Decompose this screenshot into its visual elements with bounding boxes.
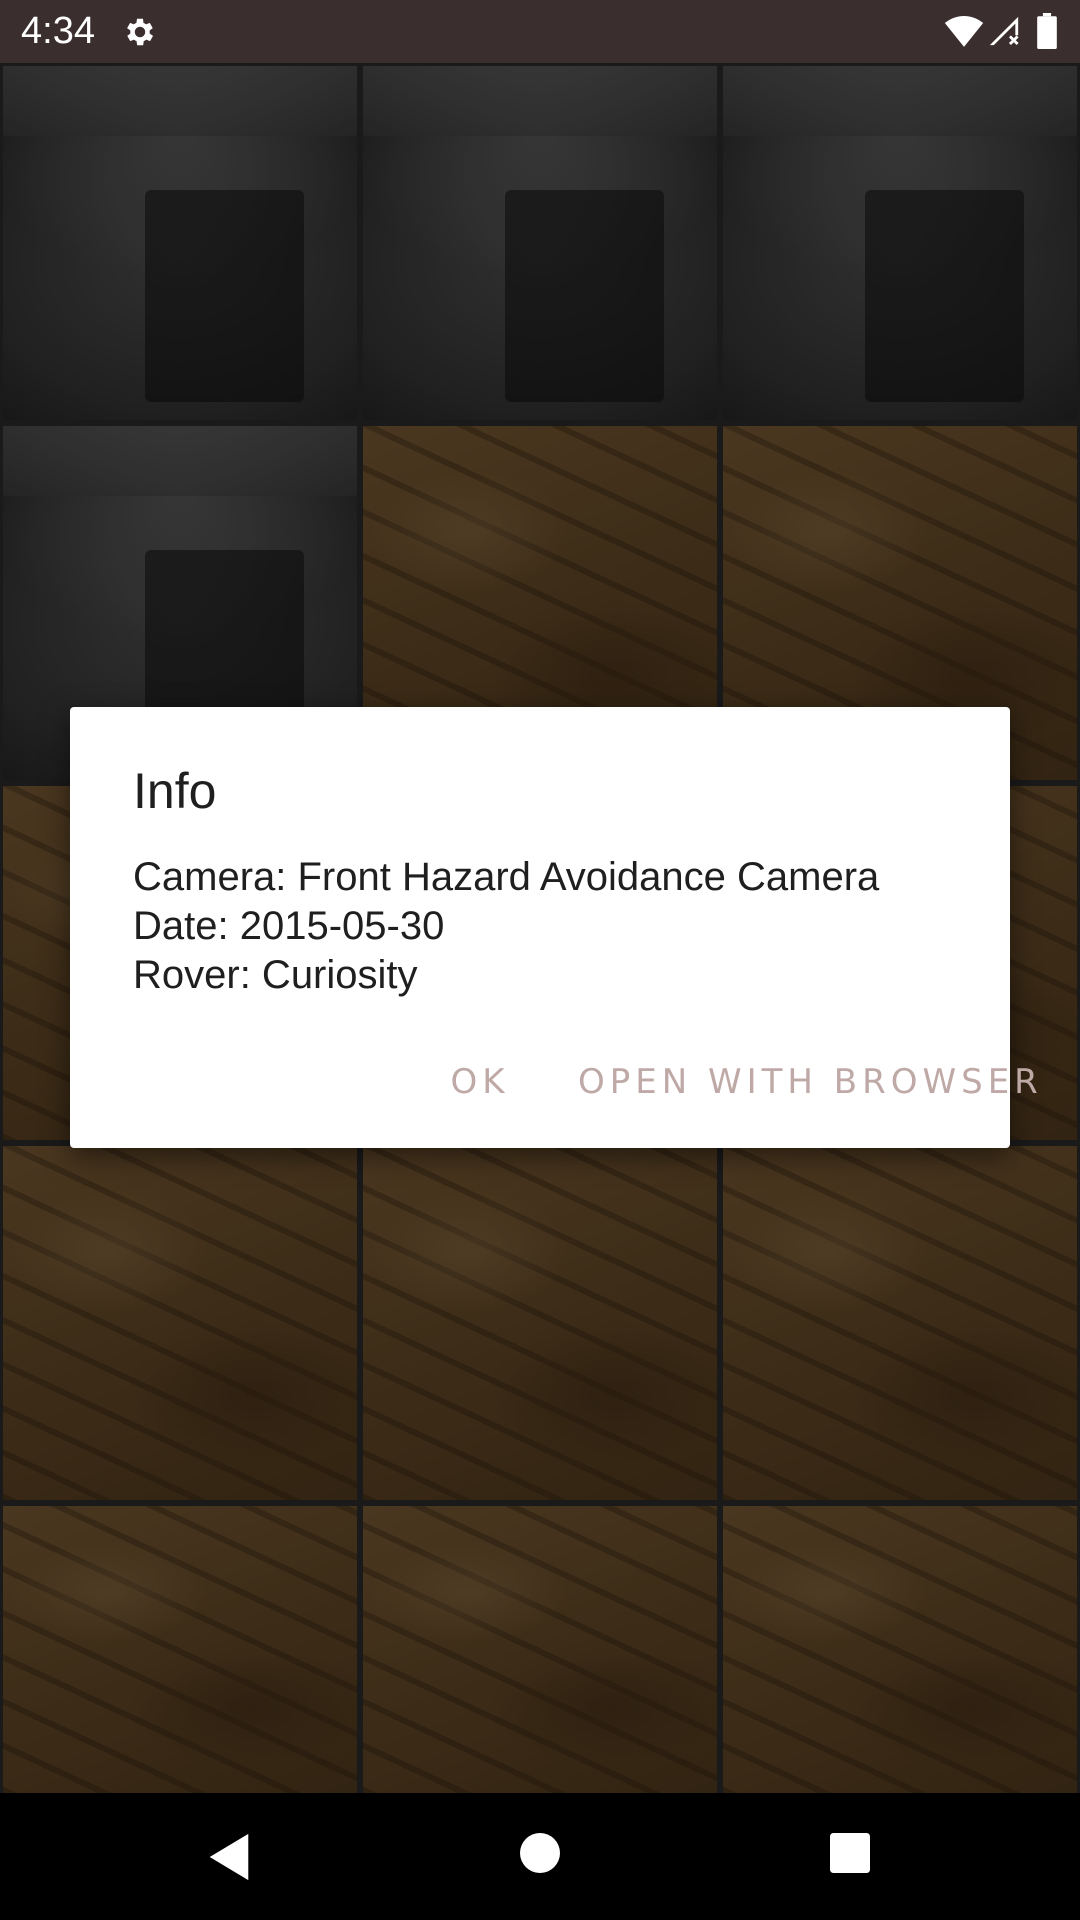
info-dialog: Info Camera: Front Hazard Avoidance Came… [70,707,1038,1148]
signal-icon [989,16,1019,46]
dialog-message: Camera: Front Hazard Avoidance Camera Da… [133,853,879,1000]
settings-gear-icon [127,18,154,46]
date-line: Date: 2015-05-30 [133,904,445,948]
battery-icon [1037,13,1057,49]
status-bar: 4:34 [0,0,1080,63]
screen: 4:34 Info Camera: Front Hazard Avoidance… [0,0,1080,1920]
camera-line: Camera: Front Hazard Avoidance Camera [133,855,880,899]
back-icon[interactable] [205,1830,253,1884]
recents-icon[interactable] [830,1833,870,1873]
status-time: 4:34 [21,10,95,52]
navigation-bar [0,1793,1080,1920]
home-icon[interactable] [520,1833,560,1873]
open-with-browser-button[interactable]: OPEN WITH BROWSER [578,1047,1038,1117]
ok-button[interactable]: OK [450,1047,510,1117]
wifi-icon [944,16,984,47]
dialog-title: Info [133,763,217,819]
rover-line: Rover: Curiosity [133,953,418,997]
